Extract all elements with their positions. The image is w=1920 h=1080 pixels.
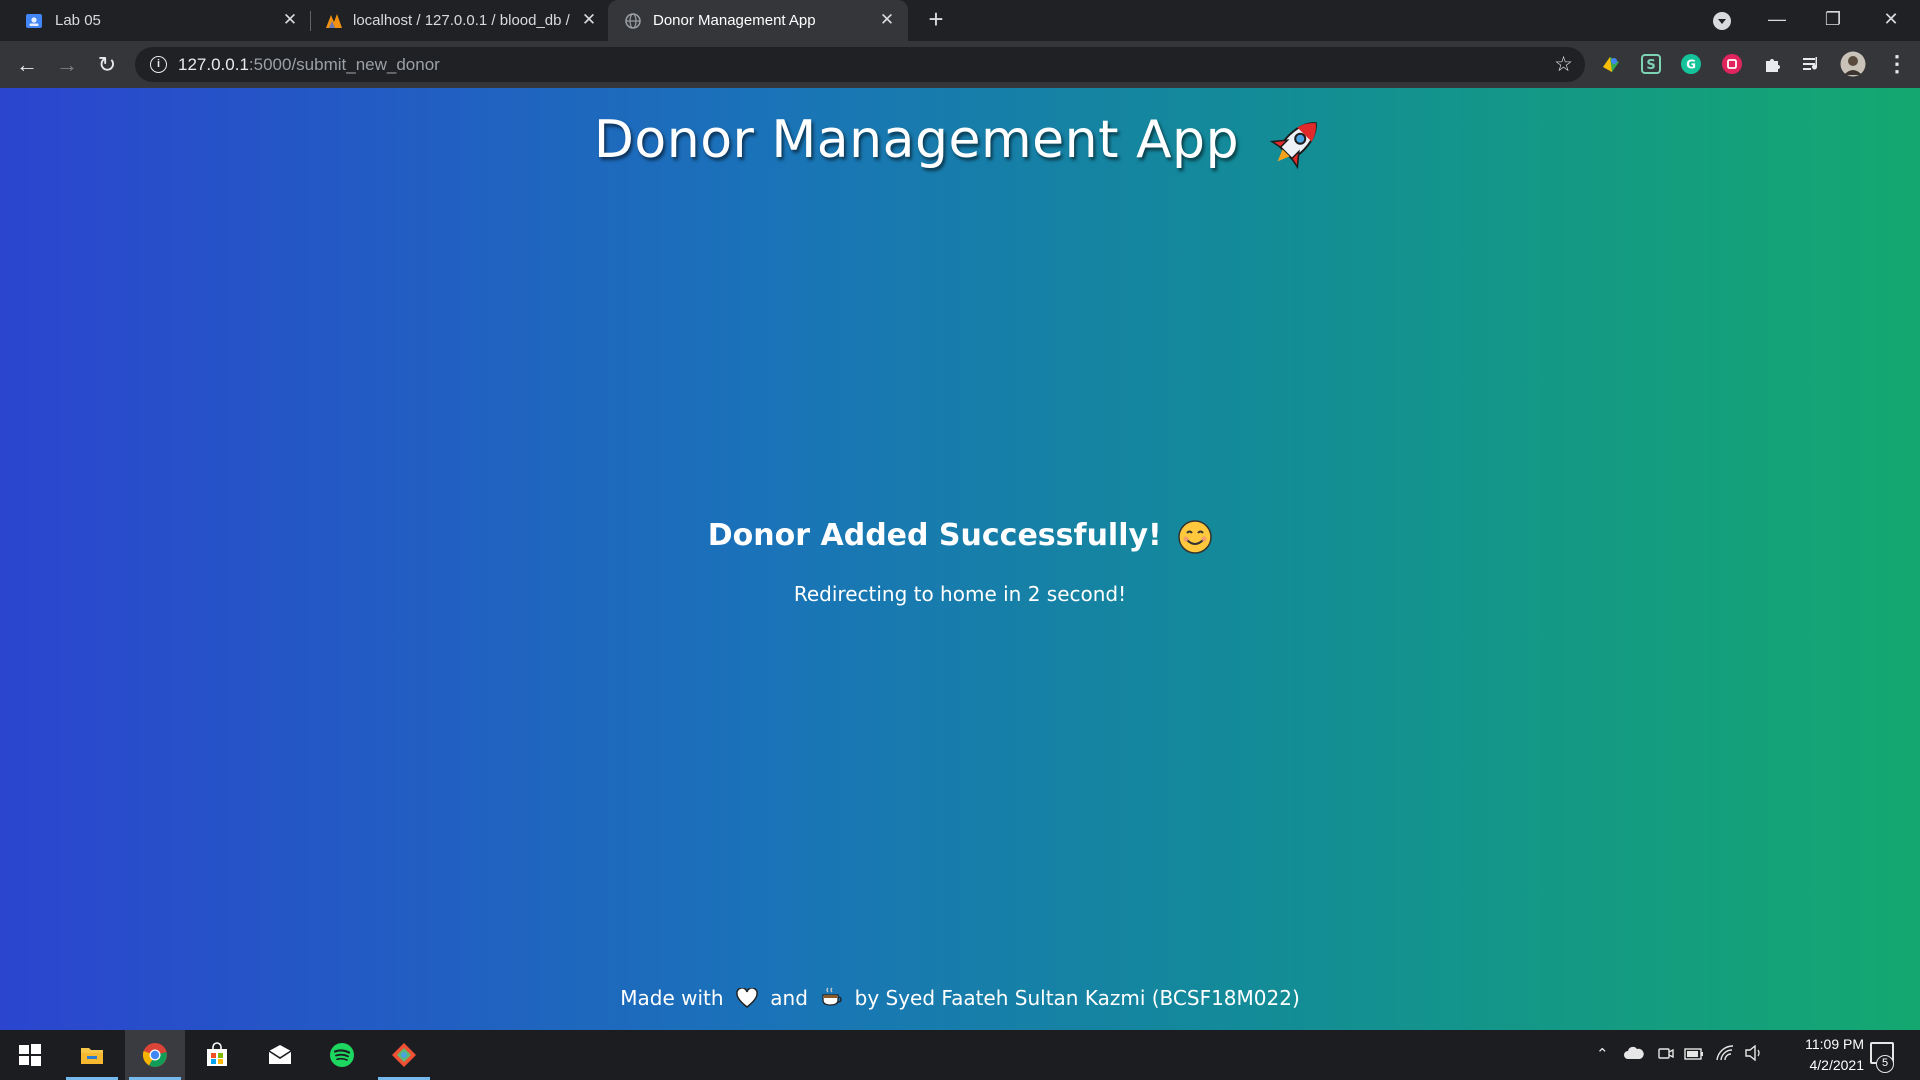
footer-author: by Syed Faateh Sultan Kazmi (BCSF18M022) [854,986,1300,1010]
clock-date: 4/2/2021 [1809,1057,1865,1073]
redirect-notice: Redirecting to home in 2 second! [793,582,1127,606]
tab-title: Donor Management App [653,12,816,29]
git-app-icon [392,1043,416,1067]
extensions-puzzle-icon[interactable] [1762,53,1784,75]
address-url[interactable]: 127.0.0.1:5000/submit_new_donor [178,55,440,75]
taskbar-git-kraken[interactable] [374,1030,434,1080]
close-tab-icon[interactable]: ✕ [280,10,300,30]
battery-icon[interactable] [1684,1047,1704,1061]
media-controls-icon[interactable] [1801,53,1823,75]
taskbar-file-explorer[interactable] [62,1030,122,1080]
tab-lab-05[interactable]: Lab 05 ✕ [0,0,305,41]
show-hidden-icons-chevron[interactable]: ⌃ [1596,1045,1609,1063]
svg-text:S: S [1646,58,1655,73]
profile-avatar[interactable] [1840,51,1866,77]
close-window-button[interactable]: ✕ [1868,4,1914,34]
svg-text:G: G [1686,58,1696,72]
wifi-icon[interactable] [1716,1045,1734,1061]
extension-google-icon[interactable] [1600,53,1622,75]
tab-donor-management-app[interactable]: Donor Management App ✕ [608,0,908,41]
smiling-face-icon [1178,519,1212,554]
heart-icon [736,988,758,1008]
success-message: Donor Added Successfully! [0,518,1920,554]
app-title: Donor Management App [0,110,1920,173]
taskbar-mail[interactable] [250,1030,310,1080]
phpmyadmin-icon [326,14,342,28]
tab-search-icon[interactable] [1713,12,1731,30]
extension-s-icon[interactable]: S [1640,53,1662,75]
notification-count-badge: 5 [1876,1055,1894,1073]
reload-button[interactable]: ↻ [92,50,122,80]
footer-made-with: Made with [620,986,724,1010]
forward-button[interactable]: → [52,50,82,80]
tab-title: localhost / 127.0.0.1 / blood_db / [353,12,570,29]
spotify-icon [330,1043,354,1067]
browser-tab-strip: Lab 05 ✕ localhost / 127.0.0.1 / blood_d… [0,0,1920,41]
taskbar-chrome[interactable] [125,1030,185,1080]
page-footer: Made with and by Syed Faateh Sultan Kazm… [0,986,1920,1010]
restore-button[interactable]: ❐ [1810,4,1856,34]
mail-envelope-icon [268,1045,292,1064]
file-explorer-icon [81,1048,103,1064]
globe-icon [625,13,641,29]
tab-title: Lab 05 [55,12,101,29]
app-title-text: Donor Management App [593,110,1240,170]
volume-icon[interactable] [1744,1045,1764,1061]
store-bag-icon [207,1042,227,1066]
hot-beverage-icon [822,987,842,1006]
rocket-icon [1269,122,1317,170]
meet-now-icon[interactable] [1658,1045,1674,1063]
success-message-text: Donor Added Successfully! [707,518,1162,553]
taskbar-spotify[interactable] [312,1030,372,1080]
windows-logo-icon [19,1044,41,1066]
clock-time: 11:09 PM [1805,1036,1864,1052]
tab-phpmyadmin[interactable]: localhost / 127.0.0.1 / blood_db / ✕ [305,0,605,41]
url-path: :5000/submit_new_donor [248,55,440,74]
address-bar[interactable]: i 127.0.0.1:5000/submit_new_donor ☆ [135,47,1585,82]
start-button[interactable] [0,1030,60,1080]
url-host: 127.0.0.1 [178,55,249,74]
browser-menu-icon[interactable]: ⋮ [1886,51,1908,77]
extension-record-icon[interactable] [1721,53,1743,75]
new-tab-button[interactable]: + [924,6,948,32]
bookmark-star-icon[interactable]: ☆ [1554,52,1573,77]
close-tab-icon[interactable]: ✕ [877,10,897,30]
close-tab-icon[interactable]: ✕ [579,10,599,30]
minimize-button[interactable]: — [1754,4,1800,34]
browser-toolbar: ← → ↻ i 127.0.0.1:5000/submit_new_donor … [0,41,1920,88]
site-info-icon[interactable]: i [150,56,167,73]
classroom-icon [26,14,42,28]
footer-and: and [770,986,808,1010]
onedrive-cloud-icon[interactable] [1624,1046,1644,1060]
windows-taskbar: ⌃ 11:09 PM 4/2/2021 5 [0,1030,1920,1080]
page-content: Donor Management App Donor Added Success… [0,88,1920,1030]
chrome-icon [142,1043,167,1067]
grammarly-icon[interactable]: G [1680,53,1702,75]
taskbar-microsoft-store[interactable] [187,1030,247,1080]
back-button[interactable]: ← [12,50,42,80]
system-clock[interactable]: 11:09 PM 4/2/2021 [1764,1034,1864,1076]
